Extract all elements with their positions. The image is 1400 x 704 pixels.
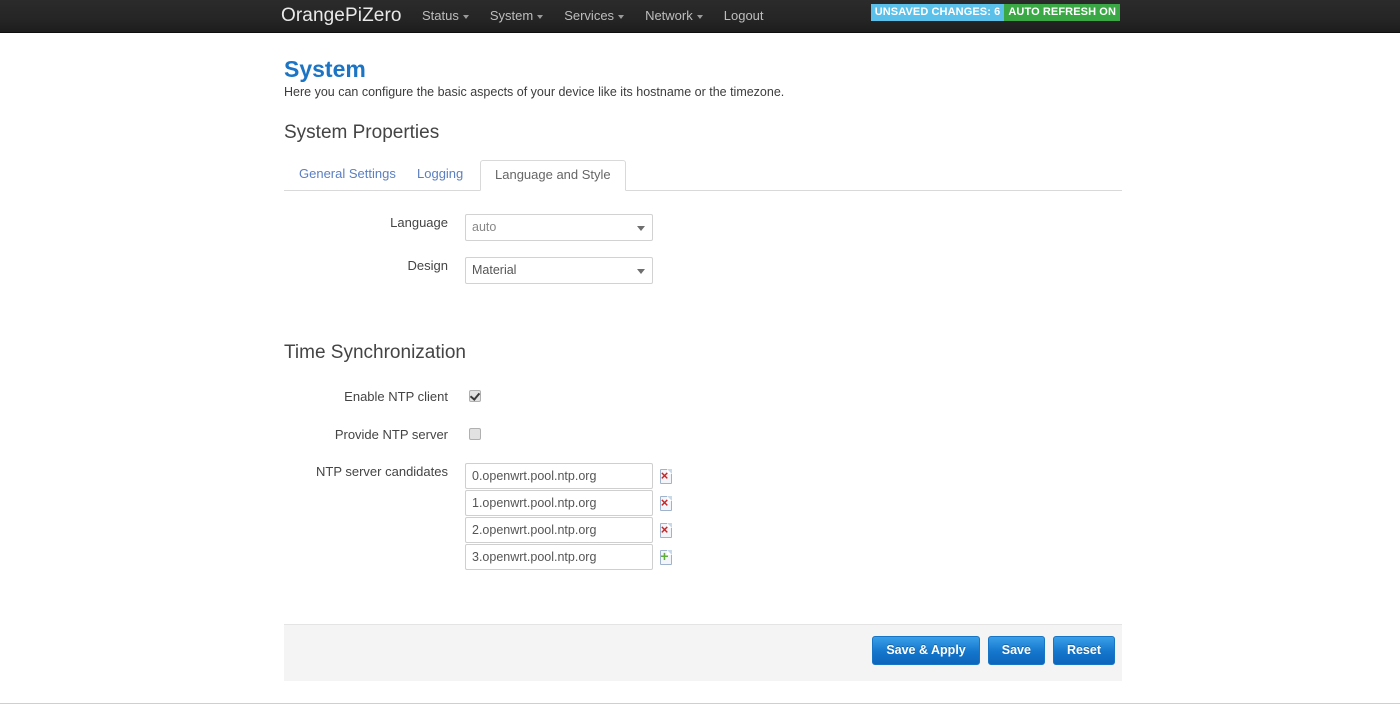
language-label: Language [390,215,448,230]
enable-ntp-client-field [465,388,481,402]
save-button[interactable]: Save [987,636,1045,665]
ntp-server-candidates-label: NTP server candidates [316,464,448,479]
form-row-provide-ntp-server: Provide NTP server [284,426,481,443]
page-body: System Here you can configure the basic … [0,33,1400,704]
tab-language-and-style[interactable]: Language and Style [480,160,626,191]
ntp-server-input[interactable] [465,544,653,570]
ntp-candidate-row: + [465,544,674,570]
close-icon: × [660,521,669,537]
ntp-candidate-row: × [465,463,674,489]
page-description: Here you can configure the basic aspects… [284,85,785,99]
close-icon: × [660,494,669,510]
remove-ntp-server-icon[interactable]: × [659,494,674,511]
ntp-candidates-list: × × × [465,463,674,571]
form-row-enable-ntp-client: Enable NTP client [284,388,481,405]
provide-ntp-server-checkbox[interactable] [469,428,481,440]
nav-item-label: Network [645,8,693,23]
add-ntp-server-icon[interactable]: + [659,547,674,565]
design-select[interactable]: Material [465,257,653,284]
section-title-system-properties: System Properties [284,122,440,143]
auto-refresh-badge[interactable]: AUTO REFRESH ON [1004,4,1120,21]
nav-item-status[interactable]: Status [422,8,469,24]
main-navigation: Status System Services Network Logout [422,8,764,24]
provide-ntp-server-field [465,426,481,440]
language-select[interactable]: auto [465,214,653,241]
tab-bar: General Settings Logging Language and St… [284,159,1122,191]
nav-item-services[interactable]: Services [564,8,625,24]
ntp-server-input[interactable] [465,490,653,516]
close-icon: × [660,467,669,483]
save-and-apply-button[interactable]: Save & Apply [872,636,980,665]
section-title-time-synchronization: Time Synchronization [284,342,466,363]
tab-general-settings[interactable]: General Settings [284,159,411,190]
provide-ntp-server-label: Provide NTP server [334,427,448,442]
ntp-candidate-row: × [465,517,674,543]
nav-item-network[interactable]: Network [645,8,703,24]
form-footer-panel: Save & Apply Save Reset [284,624,1122,681]
nav-item-label: Services [564,8,615,23]
brand-logo[interactable]: OrangePiZero [281,4,402,28]
page-title: System [284,56,366,82]
plus-icon: + [660,547,669,564]
nav-item-system[interactable]: System [489,8,544,24]
chevron-down-icon [462,15,469,19]
status-badges: UNSAVED CHANGES: 6 AUTO REFRESH ON [870,4,1120,21]
nav-item-label: Status [422,8,459,23]
chevron-down-icon [537,15,544,19]
language-select-wrapper: auto [465,214,653,241]
footer-button-row: Save & Apply Save Reset [872,636,1115,665]
chevron-down-icon [696,15,703,19]
form-row-language: Language auto [284,214,653,241]
nav-item-logout[interactable]: Logout [724,8,764,24]
language-field: auto [465,214,653,241]
remove-ntp-server-icon[interactable]: × [659,521,674,538]
design-select-wrapper: Material [465,257,653,284]
nav-item-label: System [489,8,534,23]
form-row-design: Design Material [284,257,653,284]
chevron-down-icon [618,15,625,19]
enable-ntp-client-label: Enable NTP client [344,389,448,404]
top-navbar: OrangePiZero Status System Services Netw… [0,0,1400,33]
ntp-server-input[interactable] [465,463,653,489]
form-row-ntp-candidates: NTP server candidates × × [284,463,674,571]
design-field: Material [465,257,653,284]
tab-logging[interactable]: Logging [402,159,478,190]
nav-item-label: Logout [723,8,764,23]
unsaved-changes-badge[interactable]: UNSAVED CHANGES: 6 [870,4,1005,21]
enable-ntp-client-checkbox[interactable] [469,390,481,402]
ntp-server-input[interactable] [465,517,653,543]
ntp-candidate-row: × [465,490,674,516]
design-label: Design [407,258,448,273]
reset-button[interactable]: Reset [1052,636,1115,665]
remove-ntp-server-icon[interactable]: × [659,467,674,484]
